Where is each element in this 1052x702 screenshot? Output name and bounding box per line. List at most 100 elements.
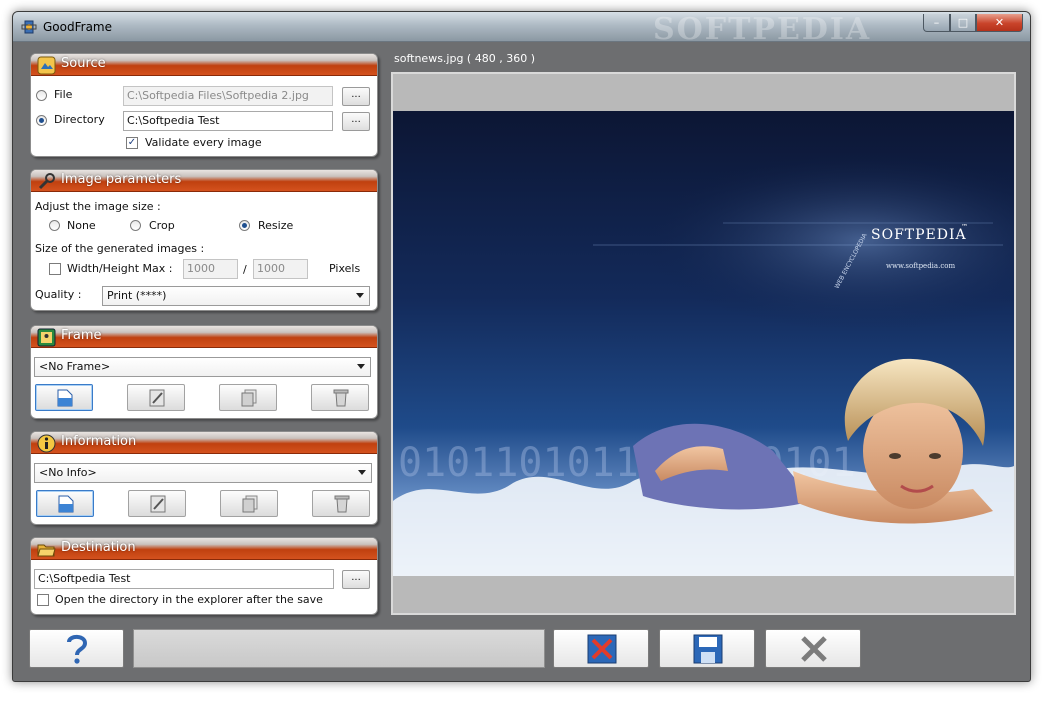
size-resize-radio[interactable] [239, 220, 250, 231]
width-field[interactable]: 1000 [183, 259, 238, 279]
source-folder-icon [37, 56, 56, 75]
directory-browse-button[interactable]: ... [342, 112, 370, 131]
generated-size-label: Size of the generated images : [35, 242, 205, 255]
max-size-label: Width/Height Max : [67, 262, 173, 275]
destination-browse-button[interactable]: ... [342, 570, 370, 589]
info-delete-button[interactable] [312, 490, 370, 517]
chevron-down-icon [356, 293, 364, 298]
image-parameters-header: Image parameters [31, 170, 377, 192]
question-mark-icon [67, 634, 88, 664]
copy-document-icon [241, 389, 257, 407]
information-header: Information [31, 432, 377, 454]
height-field[interactable]: 1000 [253, 259, 308, 279]
frame-new-button[interactable] [35, 384, 93, 411]
app-logo-icon [21, 20, 37, 34]
size-none-radio[interactable] [49, 220, 60, 231]
directory-radio[interactable] [36, 115, 47, 126]
max-size-checkbox[interactable] [49, 263, 61, 275]
file-path-field[interactable]: C:\Softpedia Files\Softpedia 2.jpg [123, 86, 333, 106]
source-title: Source [61, 56, 106, 71]
size-none-label: None [67, 219, 96, 232]
minimize-button[interactable]: – [923, 14, 950, 32]
eye-left-shape [889, 453, 901, 459]
image-parameters-panel: Image parameters Adjust the image size :… [30, 169, 378, 311]
adjust-size-label: Adjust the image size : [35, 200, 161, 213]
frame-panel: Frame <No Frame> [30, 325, 378, 419]
cancel-x-icon [587, 634, 617, 664]
info-select[interactable]: <No Info> [34, 463, 372, 483]
preview-image: SOFTPEDIA ™ www.softpedia.com WEB ENCYCL… [393, 111, 1014, 576]
wrench-icon [38, 173, 55, 190]
frame-picture-icon [37, 328, 56, 347]
softpedia-logo-tm: ™ [961, 223, 968, 231]
pixels-label: Pixels [329, 262, 361, 275]
trash-icon [333, 389, 349, 407]
info-select-value: <No Info> [39, 466, 97, 479]
quality-label: Quality : [35, 288, 82, 301]
trash-icon [334, 495, 350, 513]
destination-title: Destination [61, 540, 136, 555]
frame-select[interactable]: <No Frame> [34, 357, 371, 377]
preview-frame: SOFTPEDIA ™ www.softpedia.com WEB ENCYCL… [391, 72, 1016, 615]
info-icon [37, 434, 56, 453]
information-title: Information [61, 434, 137, 449]
copy-document-icon [242, 495, 258, 513]
frame-title: Frame [61, 328, 102, 343]
edit-document-icon [149, 389, 165, 407]
info-edit-button[interactable] [128, 490, 186, 517]
softpedia-logo-text: SOFTPEDIA [871, 227, 967, 243]
softpedia-url-text: www.softpedia.com [886, 262, 955, 270]
preview-filename: softnews.jpg ( 480 , 360 ) [394, 52, 535, 65]
cancel-generation-button[interactable] [553, 629, 649, 668]
new-document-icon [58, 495, 74, 513]
file-radio[interactable] [36, 90, 47, 101]
preview-illustration: SOFTPEDIA ™ www.softpedia.com WEB ENCYCL… [393, 151, 1014, 576]
chevron-down-icon [358, 470, 366, 475]
directory-path-field[interactable]: C:\Softpedia Test [123, 111, 333, 131]
frame-header: Frame [31, 326, 377, 348]
size-crop-radio[interactable] [130, 220, 141, 231]
image-parameters-title: Image parameters [61, 172, 182, 187]
progress-bar [133, 629, 545, 668]
close-x-icon [801, 636, 827, 662]
open-directory-checkbox[interactable] [37, 594, 49, 606]
softpedia-watermark: SOFTPEDIA [653, 12, 872, 47]
size-separator: / [243, 263, 247, 276]
frame-select-value: <No Frame> [39, 360, 111, 373]
source-panel: Source File C:\Softpedia Files\Softpedia… [30, 53, 378, 157]
file-label: File [54, 88, 73, 101]
app-window: GoodFrame SOFTPEDIA – □ ✕ Source File C:… [12, 11, 1031, 682]
floppy-disk-icon [693, 634, 723, 664]
chevron-down-icon [357, 364, 365, 369]
destination-path-field[interactable]: C:\Softpedia Test [34, 569, 334, 589]
info-copy-button[interactable] [220, 490, 278, 517]
maximize-button[interactable]: □ [950, 14, 976, 32]
frame-delete-button[interactable] [311, 384, 369, 411]
exit-button[interactable] [765, 629, 861, 668]
save-button[interactable] [659, 629, 755, 668]
file-browse-button[interactable]: ... [342, 87, 370, 106]
information-panel: Information <No Info> [30, 431, 378, 525]
close-window-button[interactable]: ✕ [976, 14, 1023, 32]
open-directory-label: Open the directory in the explorer after… [55, 593, 323, 606]
frame-copy-button[interactable] [219, 384, 277, 411]
info-new-button[interactable] [36, 490, 94, 517]
size-resize-label: Resize [258, 219, 294, 232]
directory-label: Directory [54, 113, 105, 126]
folder-open-icon [37, 544, 56, 557]
source-header: Source [31, 54, 377, 76]
quality-select[interactable]: Print (****) [102, 286, 370, 306]
window-title: GoodFrame [43, 20, 112, 34]
title-bar: GoodFrame SOFTPEDIA – □ ✕ [13, 12, 1030, 47]
destination-panel: Destination C:\Softpedia Test ... Open t… [30, 537, 378, 615]
eye-right-shape [929, 453, 941, 459]
validate-checkbox[interactable]: ✓ [126, 137, 138, 149]
size-crop-label: Crop [149, 219, 175, 232]
edit-document-icon [150, 495, 166, 513]
frame-edit-button[interactable] [127, 384, 185, 411]
validate-label: Validate every image [145, 136, 262, 149]
destination-header: Destination [31, 538, 377, 560]
help-button[interactable] [29, 629, 124, 668]
quality-value: Print (****) [107, 289, 167, 302]
new-document-icon [57, 389, 73, 407]
